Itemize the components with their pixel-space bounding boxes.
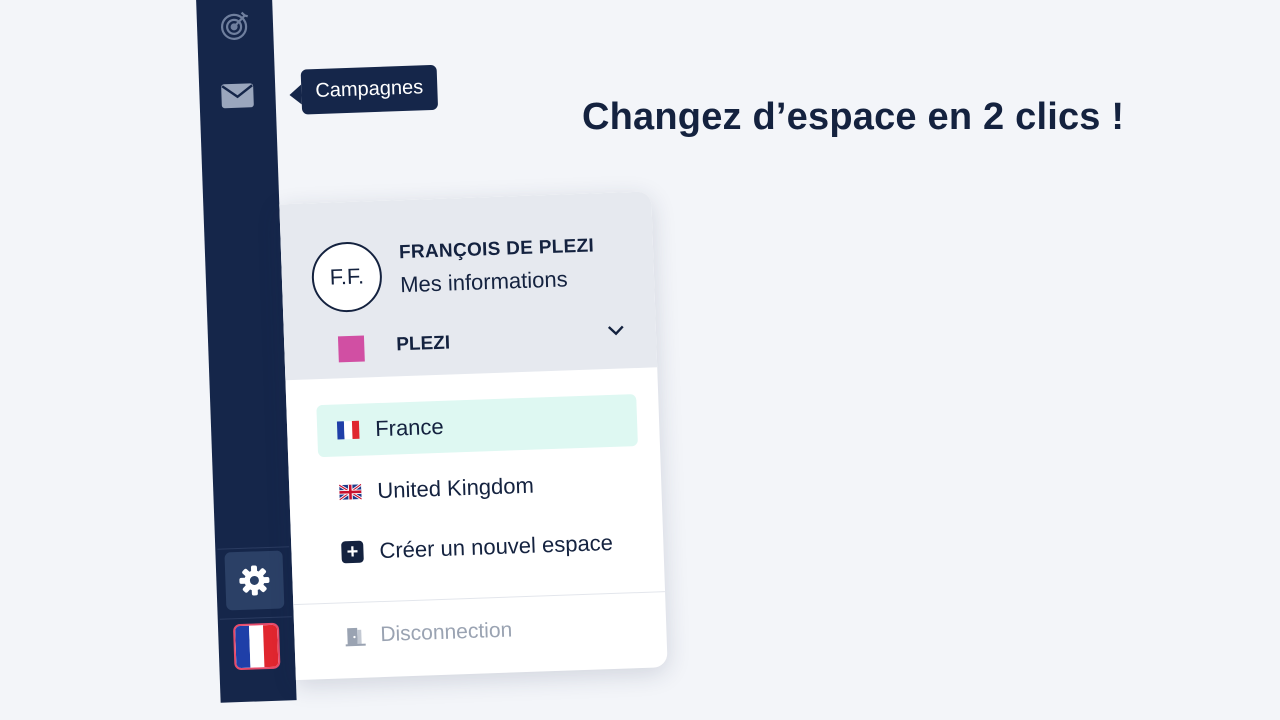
uk-flag-icon bbox=[339, 481, 362, 504]
space-label: United Kingdom bbox=[376, 472, 535, 504]
account-menu: F.F. FRANÇOIS DE PLEZI Mes informations … bbox=[279, 191, 668, 681]
space-item-uk[interactable]: United Kingdom bbox=[318, 456, 640, 519]
sidebar bbox=[195, 0, 297, 703]
mail-icon[interactable] bbox=[206, 65, 268, 127]
create-space-label: Créer un nouvel espace bbox=[379, 529, 614, 564]
create-space-button[interactable]: + Créer un nouvel espace bbox=[321, 516, 643, 579]
sidebar-divider bbox=[219, 616, 292, 620]
logout-label: Disconnection bbox=[379, 618, 513, 647]
space-label: France bbox=[374, 413, 445, 442]
org-color-swatch bbox=[337, 335, 365, 363]
target-icon[interactable] bbox=[204, 0, 266, 57]
chevron-down-icon[interactable] bbox=[601, 316, 630, 345]
plus-icon: + bbox=[341, 540, 364, 564]
campagnes-tooltip: Campagnes bbox=[300, 64, 438, 115]
avatar[interactable]: F.F. bbox=[310, 240, 384, 314]
menu-divider bbox=[293, 591, 666, 606]
space-item-france[interactable]: France bbox=[316, 394, 638, 458]
france-flag-icon bbox=[336, 419, 360, 442]
sidebar-divider bbox=[217, 546, 290, 550]
door-exit-icon bbox=[344, 625, 367, 648]
france-flag-icon[interactable] bbox=[232, 622, 281, 671]
user-name: FRANÇOIS DE PLEZI bbox=[398, 235, 595, 264]
gear-icon[interactable] bbox=[224, 550, 285, 611]
mes-informations-link[interactable]: Mes informations bbox=[400, 266, 568, 298]
account-header: F.F. FRANÇOIS DE PLEZI Mes informations … bbox=[279, 191, 658, 381]
app-scene: Campagnes F.F. FRANÇOIS DE PLEZI Mes inf… bbox=[0, 0, 1280, 720]
org-name[interactable]: PLEZI bbox=[396, 333, 451, 357]
logout-button[interactable]: Disconnection bbox=[344, 619, 513, 649]
